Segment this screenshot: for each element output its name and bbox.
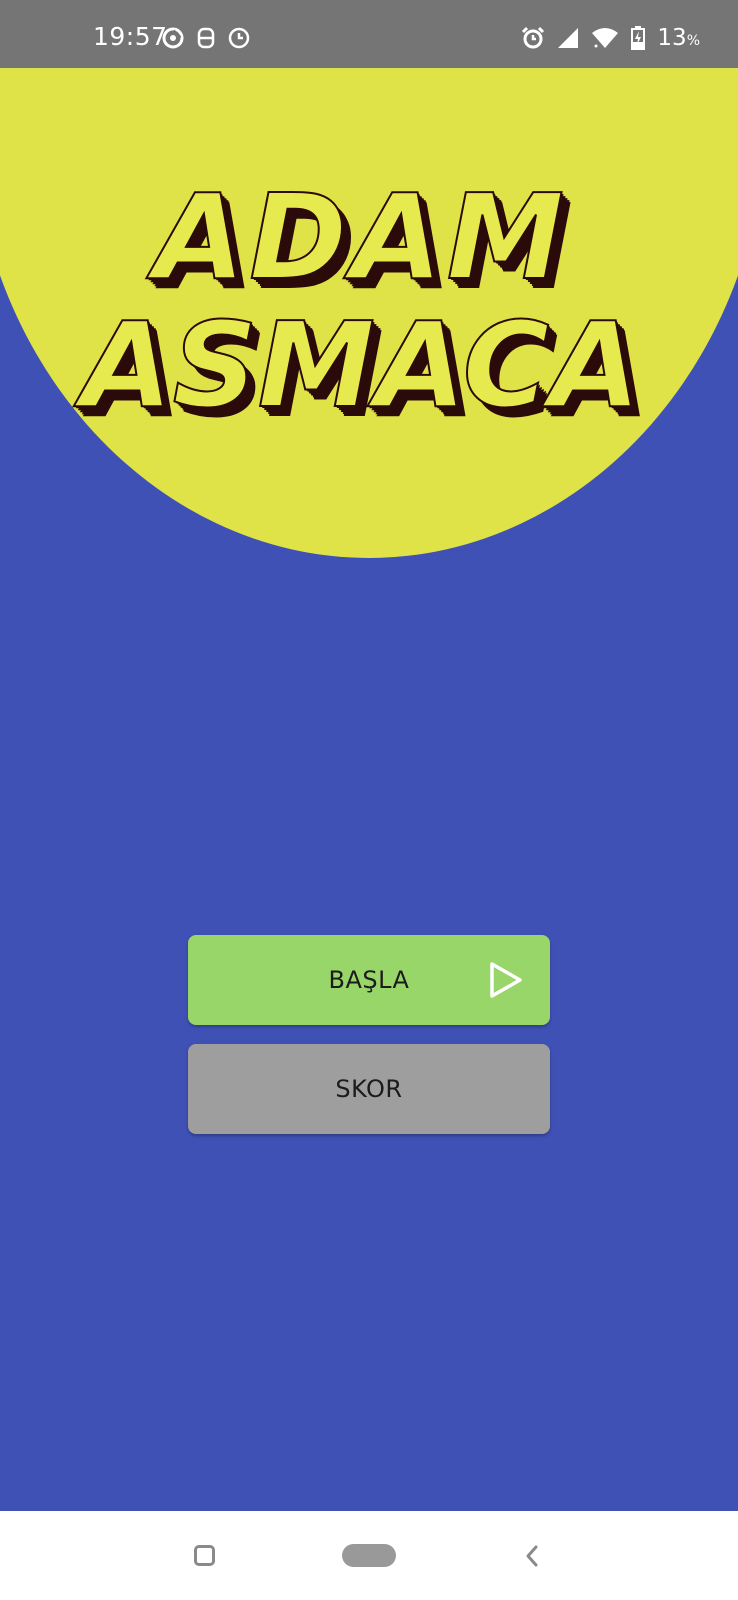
recents-button[interactable]	[194, 1545, 215, 1566]
navigation-bar	[0, 1511, 738, 1600]
cell-signal-icon	[558, 28, 579, 48]
battery-percent: 13%	[657, 25, 700, 51]
sim-toolkit-icon	[197, 27, 215, 49]
status-left-icons	[162, 27, 250, 49]
game-title: ADAM ASMACA	[0, 168, 738, 434]
back-button[interactable]	[523, 1544, 541, 1568]
alarm-icon	[522, 26, 545, 49]
battery-charging-icon	[631, 26, 646, 50]
wifi-icon	[592, 28, 619, 48]
start-button-label: BAŞLA	[328, 966, 410, 994]
start-button[interactable]: BAŞLA	[188, 935, 550, 1025]
clock-icon	[228, 27, 250, 49]
notification-app-icon	[162, 27, 184, 49]
main-screen: ADAM ASMACA BAŞLA SKOR	[0, 68, 738, 1511]
status-right-icons: 13%	[521, 25, 700, 51]
score-button-label: SKOR	[335, 1075, 403, 1103]
status-bar: 19:57 13%	[0, 0, 738, 68]
status-time: 19:57	[93, 22, 168, 51]
play-icon	[490, 962, 522, 998]
title-line-asmaca: ASMACA	[80, 296, 641, 434]
title-line-adam: ADAM	[153, 168, 569, 306]
home-button[interactable]	[342, 1544, 396, 1567]
score-button[interactable]: SKOR	[188, 1044, 550, 1134]
